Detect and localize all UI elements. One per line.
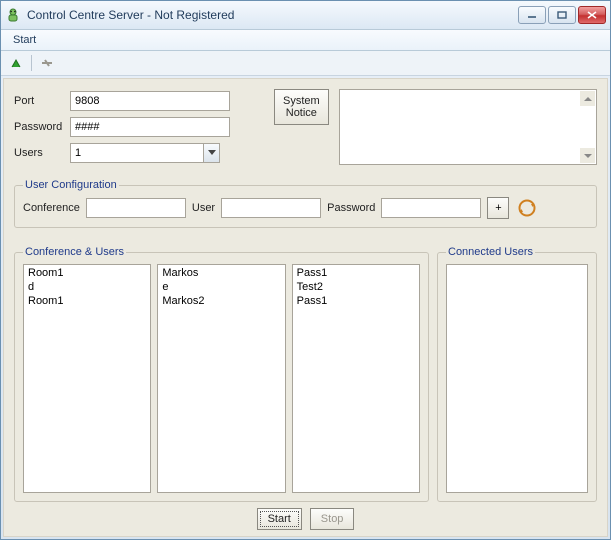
system-notice-button-wrap: System Notice <box>274 89 329 169</box>
conference-list[interactable]: Room1 d Room1 <box>23 264 151 493</box>
users-combo[interactable] <box>70 143 220 163</box>
system-notice-line2: Notice <box>286 107 317 119</box>
notice-area <box>339 89 597 169</box>
cfg-password-input[interactable] <box>381 198 481 218</box>
client-area: Port Password Users <box>3 78 608 537</box>
system-notice-line1: System <box>283 95 320 107</box>
menubar: Start <box>1 30 610 51</box>
cfg-password-label: Password <box>327 202 375 214</box>
conference-label: Conference <box>23 202 80 214</box>
user-label: User <box>192 202 215 214</box>
lists-row: Conference & Users Room1 d Room1 Markos … <box>14 236 597 502</box>
conference-input[interactable] <box>86 198 186 218</box>
refresh-icon[interactable] <box>515 197 539 219</box>
user-configuration-group: User Configuration Conference User Passw… <box>14 179 597 228</box>
conference-users-legend: Conference & Users <box>23 246 126 258</box>
app-window: Control Centre Server - Not Registered S… <box>0 0 611 540</box>
disconnect-icon[interactable] <box>38 54 56 72</box>
connect-icon[interactable] <box>7 54 25 72</box>
user-input[interactable] <box>221 198 321 218</box>
app-icon <box>5 7 21 23</box>
scroll-up-icon[interactable] <box>580 91 595 106</box>
window-title: Control Centre Server - Not Registered <box>27 8 518 22</box>
connected-users-panel: Connected Users <box>437 236 597 502</box>
scroll-down-icon[interactable] <box>580 148 595 163</box>
stop-button[interactable]: Stop <box>310 508 355 530</box>
titlebar: Control Centre Server - Not Registered <box>1 1 610 30</box>
server-settings-form: Port Password Users <box>14 89 264 169</box>
toolbar-separator <box>31 55 32 71</box>
top-row: Port Password Users <box>14 89 597 169</box>
chevron-down-icon[interactable] <box>203 144 219 162</box>
system-notice-button[interactable]: System Notice <box>274 89 329 125</box>
password-input[interactable] <box>70 117 230 137</box>
menu-start[interactable]: Start <box>9 32 40 48</box>
window-buttons <box>518 6 606 24</box>
bottom-buttons: Start Stop <box>14 508 597 530</box>
add-button[interactable]: + <box>487 197 509 219</box>
start-button[interactable]: Start <box>257 508 302 530</box>
maximize-button[interactable] <box>548 6 576 24</box>
minimize-button[interactable] <box>518 6 546 24</box>
connected-users-list[interactable] <box>446 264 588 493</box>
conference-users-panel: Conference & Users Room1 d Room1 Markos … <box>14 236 429 502</box>
users-list[interactable]: Markos e Markos2 <box>157 264 285 493</box>
notice-textarea[interactable] <box>339 89 597 165</box>
password-label: Password <box>14 121 70 133</box>
port-label: Port <box>14 95 70 107</box>
users-label: Users <box>14 147 70 159</box>
close-button[interactable] <box>578 6 606 24</box>
toolbar <box>1 51 610 76</box>
user-configuration-legend: User Configuration <box>23 179 119 191</box>
connected-users-legend: Connected Users <box>446 246 535 258</box>
users-combo-input[interactable] <box>70 143 220 163</box>
passwords-list[interactable]: Pass1 Test2 Pass1 <box>292 264 420 493</box>
port-input[interactable] <box>70 91 230 111</box>
